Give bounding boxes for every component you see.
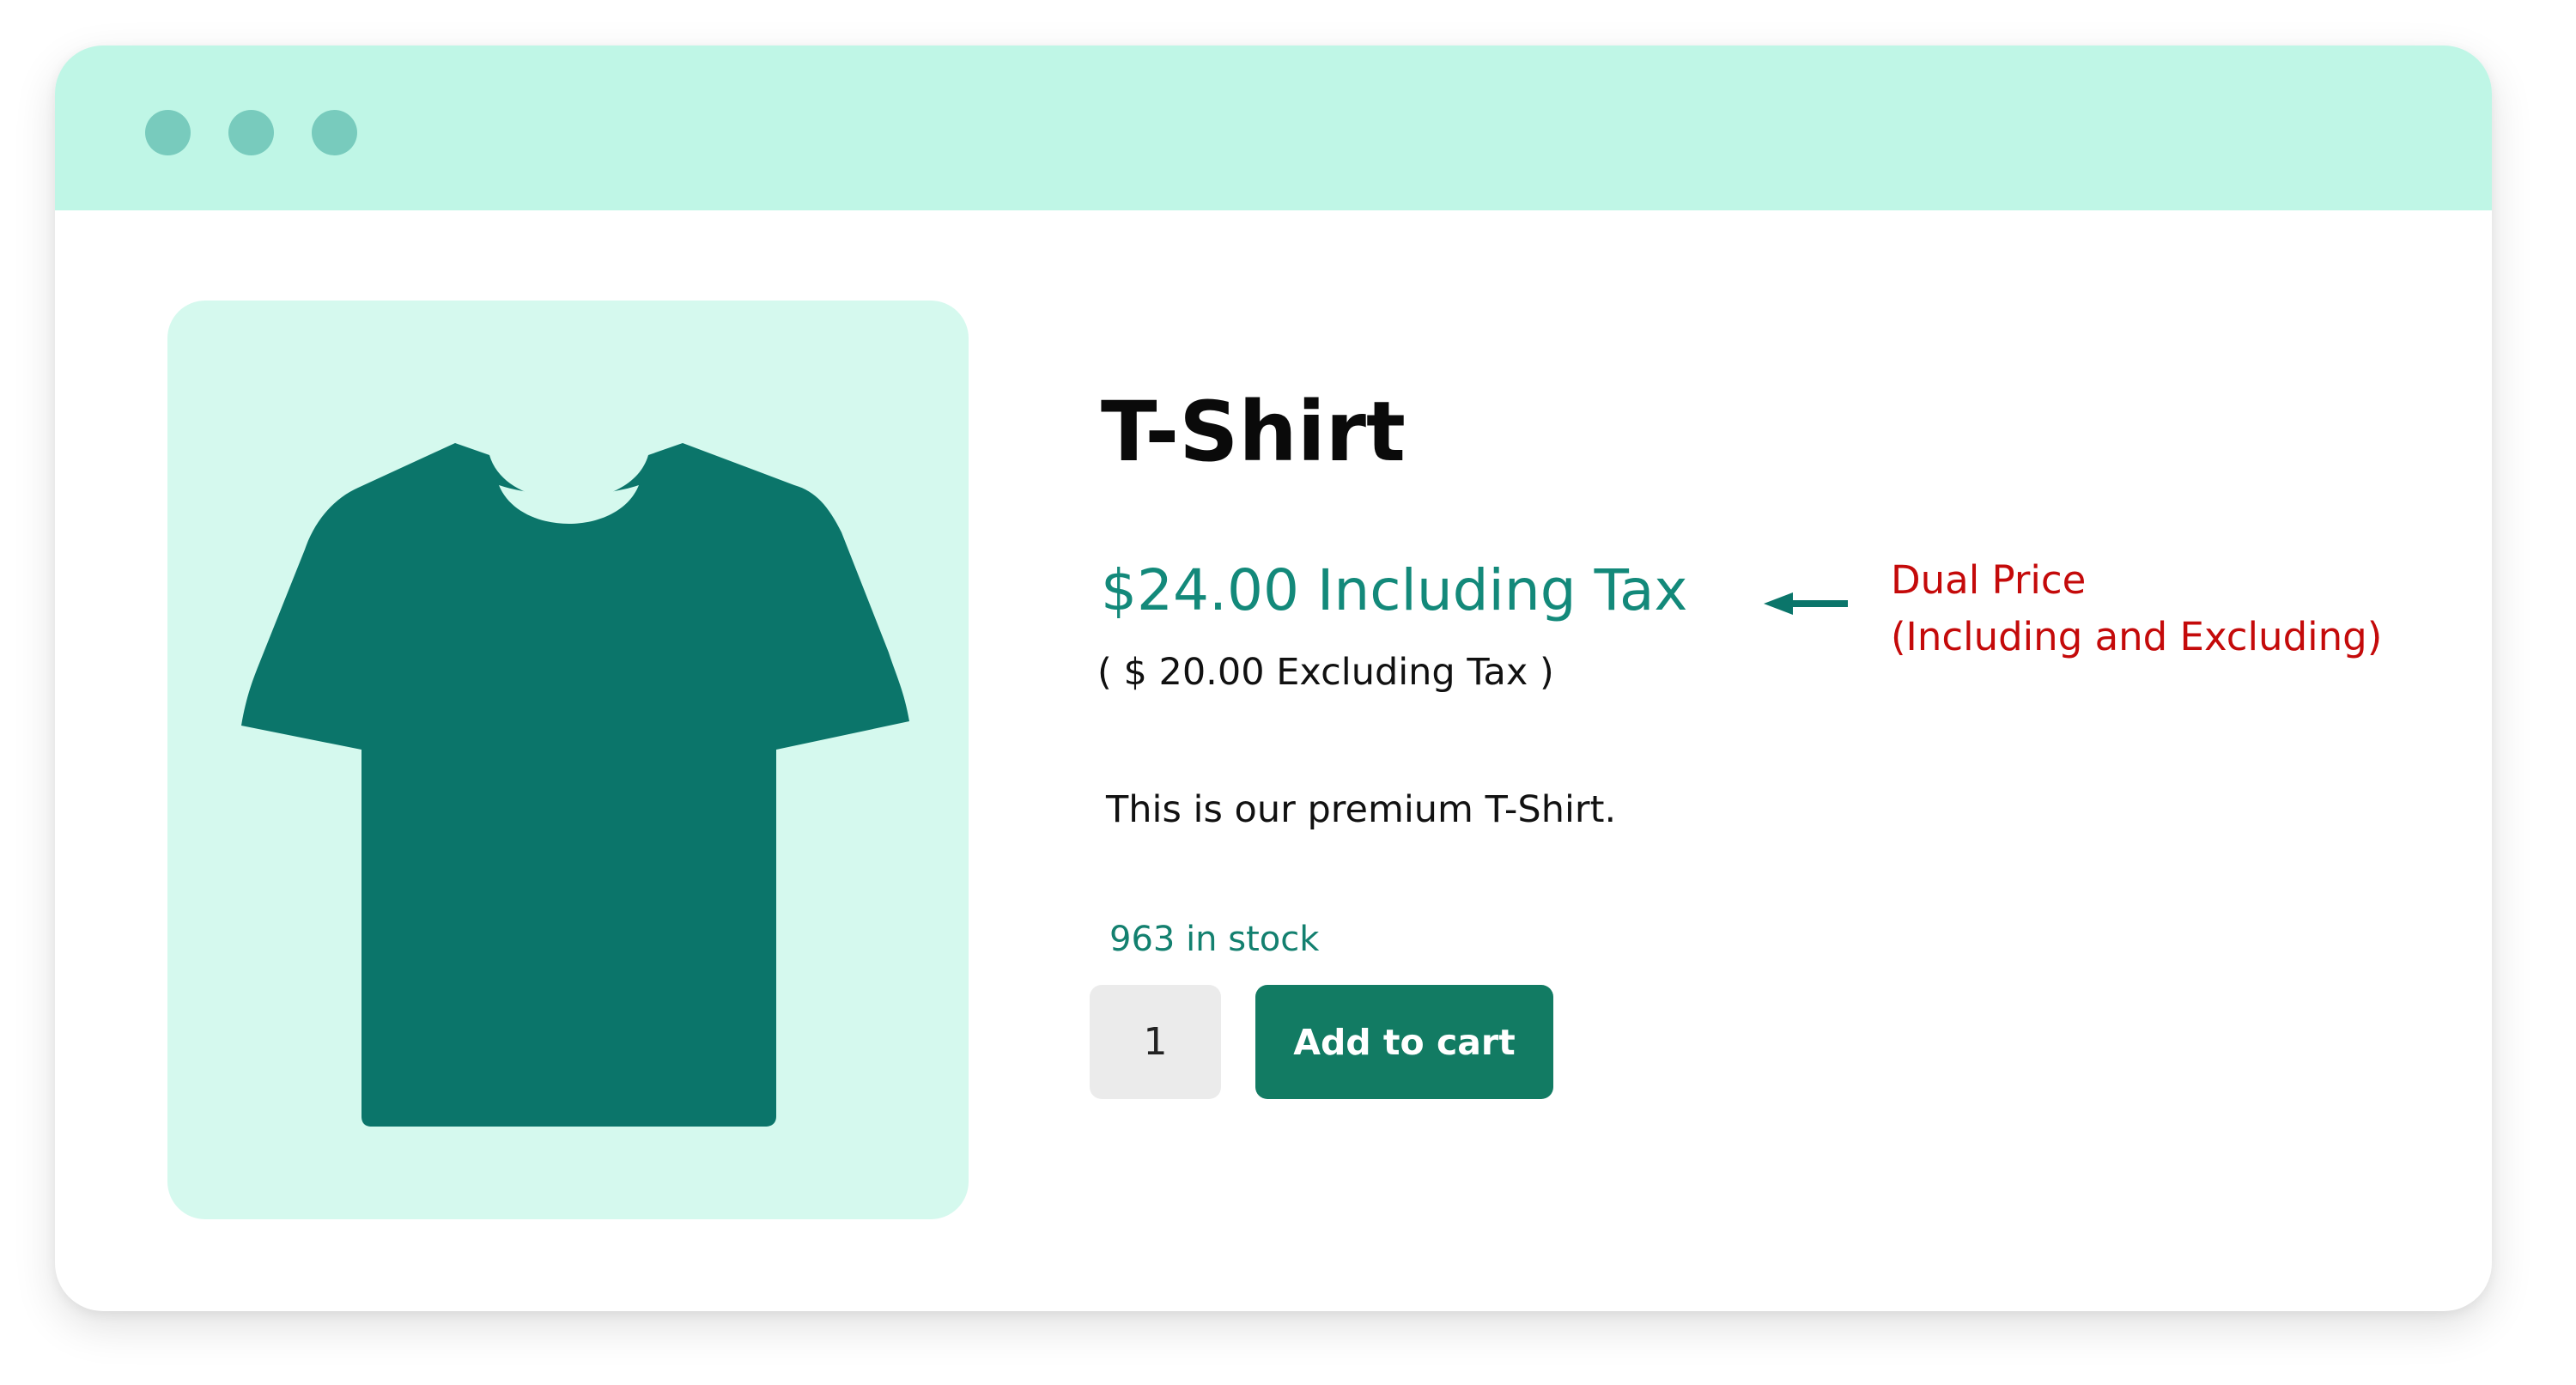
product-description: This is our premium T-Shirt. <box>1106 788 1617 831</box>
stock-status: 963 in stock <box>1109 920 1320 959</box>
annotation-line-1: Dual Price <box>1891 557 2087 603</box>
t-shirt-icon <box>241 443 909 1127</box>
arrow-left-icon <box>1764 592 1848 615</box>
window-dot-2[interactable] <box>228 110 274 155</box>
annotation-line-2: (Including and Excluding) <box>1891 614 2383 659</box>
browser-window: T-Shirt $24.00 Including Tax ( $ 20.00 E… <box>55 46 2492 1311</box>
dual-price-annotation: Dual Price (Including and Excluding) <box>1891 552 2382 665</box>
window-dot-3[interactable] <box>312 110 357 155</box>
add-to-cart-button[interactable]: Add to cart <box>1255 985 1553 1099</box>
price-excluding-tax: ( $ 20.00 Excluding Tax ) <box>1097 651 1554 694</box>
price-including-tax: $24.00 Including Tax <box>1101 557 1688 623</box>
product-title: T-Shirt <box>1101 384 1406 480</box>
window-titlebar <box>55 46 2492 210</box>
product-image <box>167 301 969 1219</box>
window-dot-1[interactable] <box>145 110 191 155</box>
quantity-input[interactable] <box>1090 985 1221 1099</box>
